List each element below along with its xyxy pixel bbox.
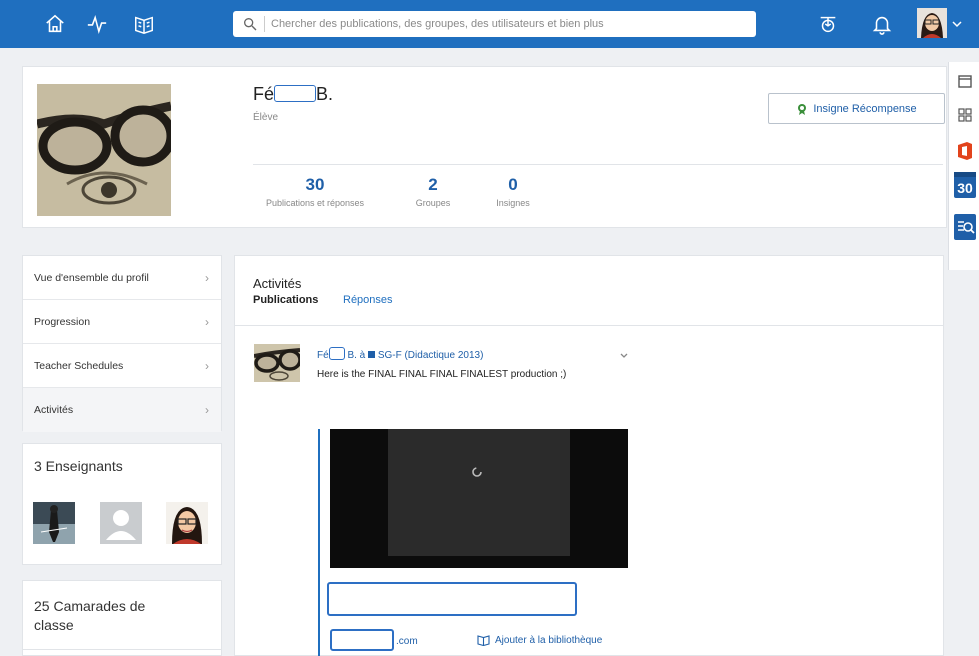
- profile-divider: [253, 164, 943, 165]
- badge-icon: [798, 103, 807, 115]
- sidebar-item-activities[interactable]: Activités ›: [23, 388, 221, 432]
- office-icon[interactable]: [954, 140, 976, 162]
- profile-first-name: Fé: [253, 84, 275, 104]
- classmates-divider: [23, 649, 221, 650]
- calendar-day-text: 30: [957, 180, 973, 196]
- activity-pulse-icon[interactable]: [86, 13, 108, 35]
- stat-label: Groupes: [415, 198, 451, 208]
- sidebar-item-label: Activités: [34, 404, 74, 416]
- classmates-title: 25 Camarades de classe: [34, 598, 146, 633]
- chevron-right-icon: ›: [205, 403, 209, 417]
- profile-sidebar-nav: Vue d'ensemble du profil › Progression ›…: [22, 255, 222, 432]
- user-avatar[interactable]: [917, 8, 947, 38]
- chevron-right-icon: ›: [205, 271, 209, 285]
- stat-publications[interactable]: 30 Publications et réponses: [252, 175, 378, 208]
- right-app-dock: 30: [948, 62, 979, 270]
- profile-role: Élève: [253, 112, 279, 123]
- apps-grid-icon[interactable]: [954, 104, 976, 126]
- book-icon: [477, 635, 490, 646]
- calendar-icon[interactable]: 30: [954, 172, 976, 198]
- notification-bell-icon[interactable]: [871, 13, 893, 35]
- post-author-first: Fé: [317, 350, 329, 361]
- stat-value: 30: [305, 175, 325, 194]
- profile-name: Fé B.: [253, 84, 333, 105]
- sidebar-item-progression[interactable]: Progression ›: [23, 300, 221, 344]
- add-to-library-link[interactable]: Ajouter à la bibliothèque: [477, 634, 602, 646]
- sidebar-item-label: Progression: [34, 316, 91, 328]
- tab-publications[interactable]: Publications: [253, 294, 318, 306]
- activities-title: Activités: [253, 276, 302, 291]
- stat-groups[interactable]: 2 Groupes: [408, 175, 458, 208]
- post-author-last: B. à: [347, 350, 366, 361]
- attachment-quote-bar: [318, 429, 320, 656]
- redacted-name-box: [274, 85, 317, 102]
- stat-label: Publications et réponses: [265, 198, 365, 208]
- redacted-name-box: [328, 347, 345, 360]
- chevron-right-icon: ›: [205, 315, 209, 329]
- teachers-title: 3 Enseignants: [34, 458, 123, 474]
- post-body-text: Here is the FINAL FINAL FINAL FINALEST p…: [317, 369, 567, 380]
- chevron-right-icon: ›: [205, 359, 209, 373]
- search-bar[interactable]: [233, 11, 756, 37]
- group-square-icon: [368, 351, 376, 358]
- home-icon[interactable]: [44, 13, 66, 35]
- post-menu-chevron-icon[interactable]: [619, 348, 629, 358]
- stat-value: 2: [428, 175, 438, 194]
- teacher-avatar[interactable]: [33, 502, 75, 544]
- video-player[interactable]: [330, 429, 628, 568]
- apps-hand-icon[interactable]: [817, 13, 839, 35]
- store-icon[interactable]: [954, 70, 976, 92]
- teacher-avatar-placeholder[interactable]: [100, 502, 142, 544]
- stat-value: 0: [508, 175, 518, 194]
- teacher-avatar[interactable]: [166, 502, 208, 544]
- chevron-down-icon[interactable]: [951, 17, 963, 29]
- link-url-suffix[interactable]: .com: [396, 636, 418, 647]
- stat-badges[interactable]: 0 Insignes: [488, 175, 538, 208]
- sidebar-item-label: Teacher Schedules: [34, 360, 124, 372]
- top-navigation-bar: [0, 0, 979, 48]
- video-frame: [388, 429, 570, 556]
- sidebar-item-teacher-schedules[interactable]: Teacher Schedules ›: [23, 344, 221, 388]
- sidebar-item-label: Vue d'ensemble du profil: [34, 272, 149, 284]
- post-header[interactable]: Fé B. à SG-F (Didactique 2013): [317, 347, 483, 361]
- activities-divider: [234, 325, 944, 326]
- library-book-icon[interactable]: [133, 13, 155, 35]
- redacted-url-box[interactable]: [330, 629, 394, 651]
- post-author-avatar[interactable]: [254, 344, 300, 382]
- award-badge-label: Insigne Récompense: [813, 102, 917, 115]
- stat-label: Insignes: [496, 198, 530, 208]
- add-to-library-label: Ajouter à la bibliothèque: [495, 634, 603, 646]
- profile-photo: [37, 84, 171, 216]
- redacted-link-title-box[interactable]: [327, 582, 577, 616]
- search-separator: [264, 16, 265, 32]
- sidebar-item-profile-overview[interactable]: Vue d'ensemble du profil ›: [23, 256, 221, 300]
- search-list-icon[interactable]: [954, 214, 976, 240]
- post-group-link[interactable]: SG-F (Didactique 2013): [378, 350, 484, 361]
- award-badge-button[interactable]: Insigne Récompense: [768, 93, 945, 124]
- classmates-card: 25 Camarades de classe: [22, 580, 222, 656]
- search-input[interactable]: [271, 14, 741, 34]
- search-icon: [244, 17, 257, 31]
- loading-spinner-icon: [472, 467, 482, 477]
- profile-last-name: B.: [316, 84, 334, 104]
- tab-replies[interactable]: Réponses: [343, 294, 393, 306]
- teachers-card: 3 Enseignants: [22, 443, 222, 565]
